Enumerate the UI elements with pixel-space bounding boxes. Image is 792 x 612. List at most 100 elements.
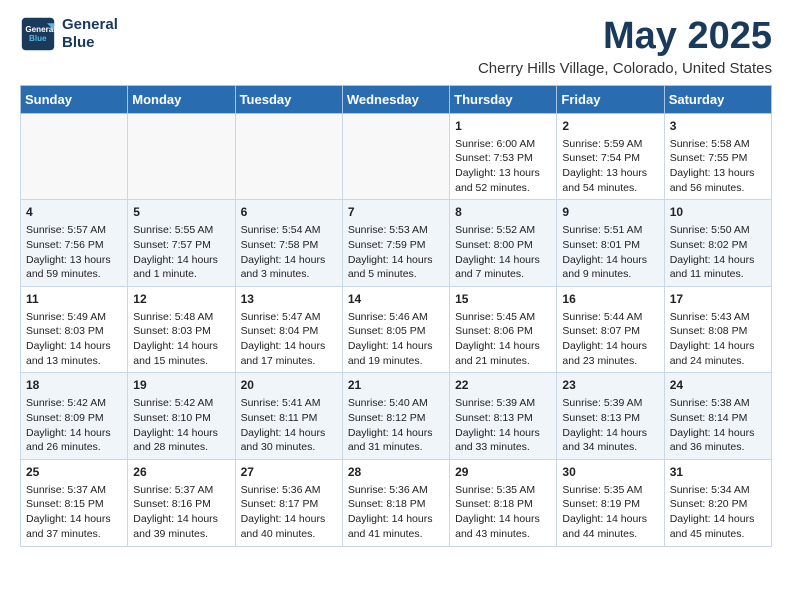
calendar-cell: 27Sunrise: 5:36 AMSunset: 8:17 PMDayligh… (235, 459, 342, 546)
day-info-line: and 45 minutes. (670, 527, 766, 542)
day-info-line: Daylight: 14 hours (133, 339, 229, 354)
day-number: 3 (670, 118, 766, 135)
day-info-line: Sunset: 7:56 PM (26, 238, 122, 253)
day-info-line: Sunset: 8:18 PM (455, 497, 551, 512)
calendar-cell: 28Sunrise: 5:36 AMSunset: 8:18 PMDayligh… (342, 459, 449, 546)
day-info-line: Sunrise: 5:39 AM (455, 396, 551, 411)
day-info-line: and 56 minutes. (670, 181, 766, 196)
day-number: 27 (241, 464, 337, 481)
day-number: 25 (26, 464, 122, 481)
calendar-cell: 21Sunrise: 5:40 AMSunset: 8:12 PMDayligh… (342, 373, 449, 460)
day-info-line: Sunrise: 6:00 AM (455, 137, 551, 152)
day-info-line: Daylight: 14 hours (241, 426, 337, 441)
day-info-line: Sunrise: 5:44 AM (562, 310, 658, 325)
day-number: 9 (562, 204, 658, 221)
day-info-line: Daylight: 13 hours (562, 166, 658, 181)
calendar-week-row: 4Sunrise: 5:57 AMSunset: 7:56 PMDaylight… (21, 200, 772, 287)
calendar-cell: 10Sunrise: 5:50 AMSunset: 8:02 PMDayligh… (664, 200, 771, 287)
day-info-line: and 24 minutes. (670, 354, 766, 369)
day-info-line: Sunrise: 5:43 AM (670, 310, 766, 325)
calendar-cell: 26Sunrise: 5:37 AMSunset: 8:16 PMDayligh… (128, 459, 235, 546)
day-info-line: Daylight: 14 hours (133, 253, 229, 268)
day-info-line: Sunrise: 5:58 AM (670, 137, 766, 152)
weekday-header-saturday: Saturday (664, 85, 771, 113)
day-number: 19 (133, 377, 229, 394)
day-info-line: Sunset: 8:10 PM (133, 411, 229, 426)
day-info-line: Sunrise: 5:35 AM (455, 483, 551, 498)
calendar-cell (21, 113, 128, 200)
day-info-line: Sunset: 8:12 PM (348, 411, 444, 426)
day-info-line: Daylight: 14 hours (670, 339, 766, 354)
day-number: 17 (670, 291, 766, 308)
calendar-cell: 16Sunrise: 5:44 AMSunset: 8:07 PMDayligh… (557, 286, 664, 373)
day-info-line: Sunset: 8:04 PM (241, 324, 337, 339)
day-info-line: Daylight: 14 hours (241, 512, 337, 527)
calendar-cell: 31Sunrise: 5:34 AMSunset: 8:20 PMDayligh… (664, 459, 771, 546)
day-info-line: Sunrise: 5:52 AM (455, 223, 551, 238)
calendar-cell: 15Sunrise: 5:45 AMSunset: 8:06 PMDayligh… (450, 286, 557, 373)
calendar-cell (342, 113, 449, 200)
calendar-cell: 14Sunrise: 5:46 AMSunset: 8:05 PMDayligh… (342, 286, 449, 373)
day-number: 26 (133, 464, 229, 481)
day-info-line: Daylight: 13 hours (26, 253, 122, 268)
weekday-header-friday: Friday (557, 85, 664, 113)
day-info-line: Sunset: 8:06 PM (455, 324, 551, 339)
calendar-cell: 23Sunrise: 5:39 AMSunset: 8:13 PMDayligh… (557, 373, 664, 460)
day-info-line: Sunset: 8:14 PM (670, 411, 766, 426)
day-number: 15 (455, 291, 551, 308)
title-area: May 2025 Cherry Hills Village, Colorado,… (478, 16, 772, 77)
day-info-line: Sunrise: 5:36 AM (348, 483, 444, 498)
calendar-cell: 8Sunrise: 5:52 AMSunset: 8:00 PMDaylight… (450, 200, 557, 287)
day-number: 11 (26, 291, 122, 308)
day-info-line: Daylight: 14 hours (670, 512, 766, 527)
day-info-line: Daylight: 14 hours (455, 426, 551, 441)
day-info-line: and 36 minutes. (670, 440, 766, 455)
calendar-cell: 20Sunrise: 5:41 AMSunset: 8:11 PMDayligh… (235, 373, 342, 460)
day-info-line: Daylight: 14 hours (562, 339, 658, 354)
day-info-line: Sunrise: 5:54 AM (241, 223, 337, 238)
day-info-line: Sunrise: 5:42 AM (133, 396, 229, 411)
day-info-line: Sunset: 8:16 PM (133, 497, 229, 512)
day-info-line: and 39 minutes. (133, 527, 229, 542)
day-info-line: Sunset: 8:08 PM (670, 324, 766, 339)
day-info-line: and 5 minutes. (348, 267, 444, 282)
calendar-cell: 11Sunrise: 5:49 AMSunset: 8:03 PMDayligh… (21, 286, 128, 373)
header-area: General Blue GeneralBlue May 2025 Cherry… (20, 16, 772, 77)
day-info-line: and 7 minutes. (455, 267, 551, 282)
day-info-line: Daylight: 14 hours (241, 253, 337, 268)
calendar-cell: 13Sunrise: 5:47 AMSunset: 8:04 PMDayligh… (235, 286, 342, 373)
day-info-line: and 21 minutes. (455, 354, 551, 369)
calendar-subtitle: Cherry Hills Village, Colorado, United S… (478, 60, 772, 77)
calendar-week-row: 18Sunrise: 5:42 AMSunset: 8:09 PMDayligh… (21, 373, 772, 460)
day-info-line: Sunrise: 5:40 AM (348, 396, 444, 411)
day-info-line: Sunrise: 5:35 AM (562, 483, 658, 498)
day-info-line: Sunrise: 5:41 AM (241, 396, 337, 411)
logo-icon: General Blue (20, 16, 56, 52)
day-info-line: and 34 minutes. (562, 440, 658, 455)
day-info-line: and 19 minutes. (348, 354, 444, 369)
day-info-line: and 9 minutes. (562, 267, 658, 282)
day-info-line: and 26 minutes. (26, 440, 122, 455)
day-number: 10 (670, 204, 766, 221)
day-info-line: and 52 minutes. (455, 181, 551, 196)
day-info-line: Sunset: 7:55 PM (670, 151, 766, 166)
calendar-table: SundayMondayTuesdayWednesdayThursdayFrid… (20, 85, 772, 547)
day-info-line: Sunset: 7:59 PM (348, 238, 444, 253)
day-info-line: and 59 minutes. (26, 267, 122, 282)
day-number: 20 (241, 377, 337, 394)
day-info-line: Sunset: 7:53 PM (455, 151, 551, 166)
calendar-cell: 5Sunrise: 5:55 AMSunset: 7:57 PMDaylight… (128, 200, 235, 287)
day-info-line: Sunrise: 5:37 AM (26, 483, 122, 498)
day-number: 2 (562, 118, 658, 135)
day-info-line: and 54 minutes. (562, 181, 658, 196)
day-number: 24 (670, 377, 766, 394)
day-info-line: Daylight: 14 hours (562, 253, 658, 268)
weekday-header-tuesday: Tuesday (235, 85, 342, 113)
calendar-cell: 17 Sunrise: 5:43 AMSunset: 8:08 PMDayligh… (664, 286, 771, 373)
calendar-cell: 9Sunrise: 5:51 AMSunset: 8:01 PMDaylight… (557, 200, 664, 287)
day-number: 6 (241, 204, 337, 221)
calendar-cell: 24Sunrise: 5:38 AMSunset: 8:14 PMDayligh… (664, 373, 771, 460)
calendar-cell: 25Sunrise: 5:37 AMSunset: 8:15 PMDayligh… (21, 459, 128, 546)
day-number: 16 (562, 291, 658, 308)
day-info-line: Sunset: 8:18 PM (348, 497, 444, 512)
